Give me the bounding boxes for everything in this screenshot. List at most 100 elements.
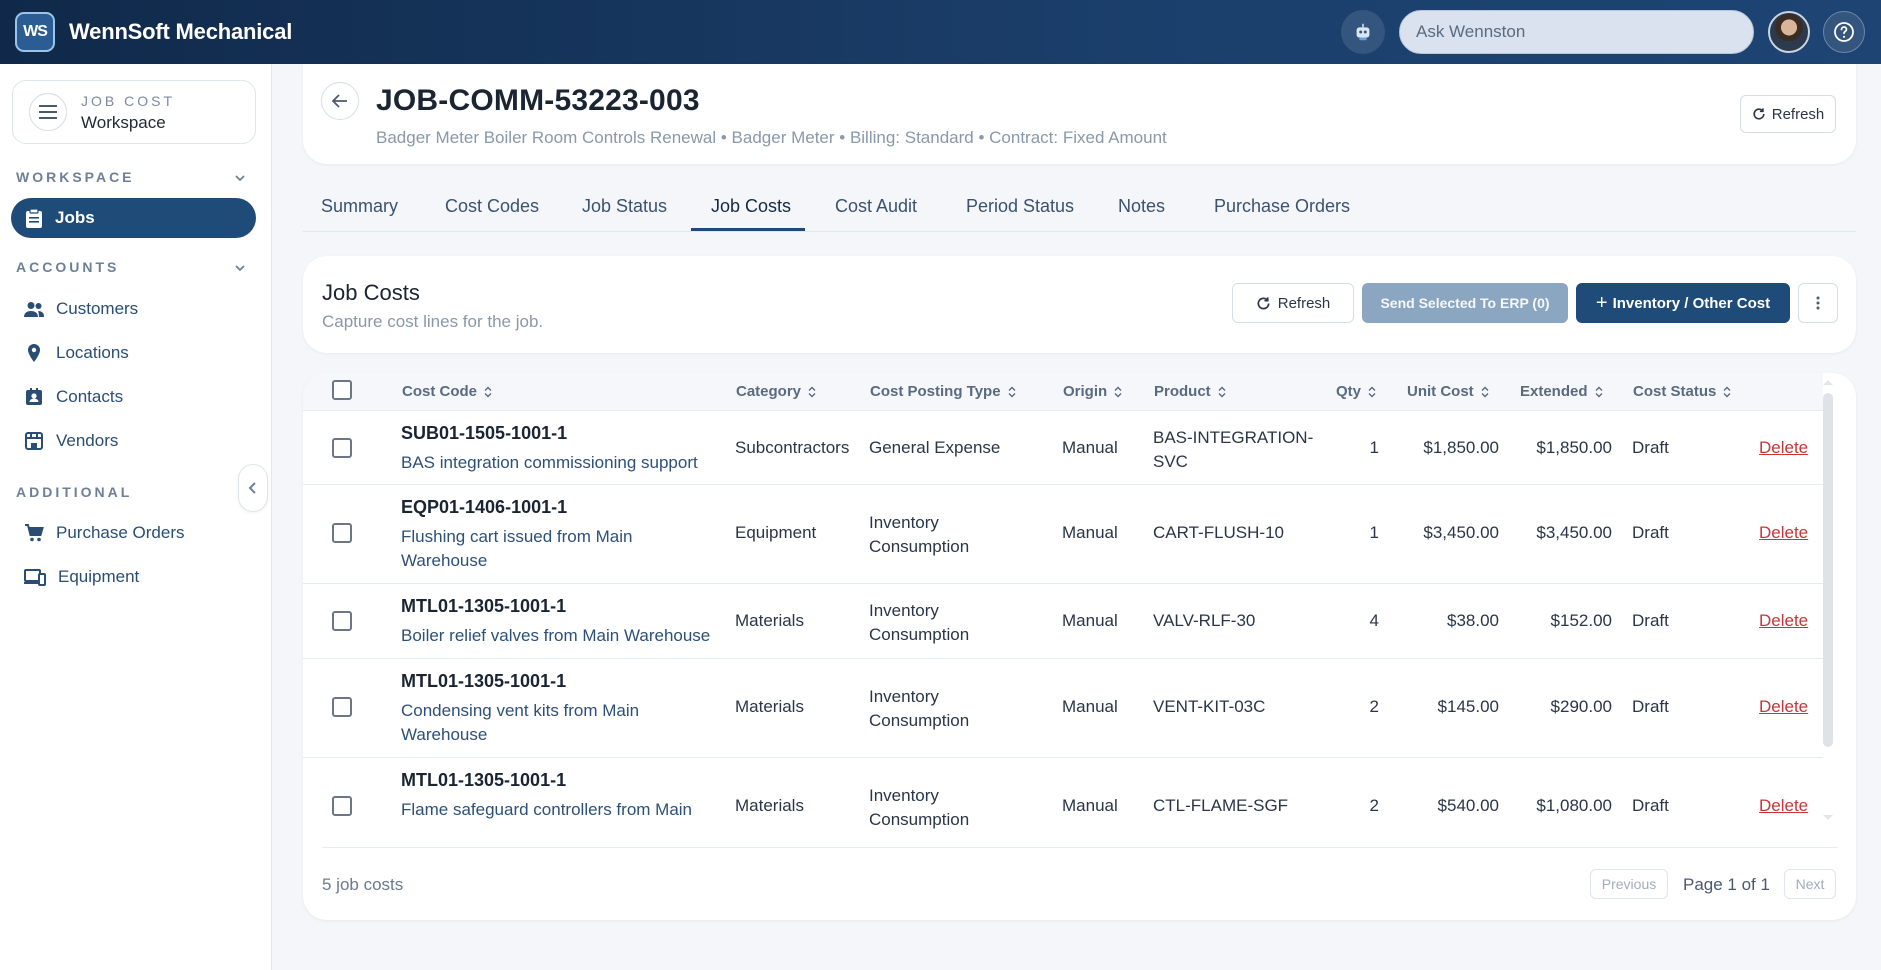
row-checkbox[interactable] <box>332 611 352 631</box>
table-row[interactable]: SUB01-1505-1001-1 BAS integration commis… <box>303 411 1823 485</box>
tab-job-status[interactable]: Job Status <box>582 196 667 230</box>
tab-purchase-orders[interactable]: Purchase Orders <box>1214 196 1350 230</box>
cost-code: EQP01-1406-1001-1 <box>401 497 568 517</box>
origin-cell: Manual <box>1062 438 1118 457</box>
sidebar-item-jobs[interactable]: Jobs <box>11 198 256 238</box>
tab-summary[interactable]: Summary <box>321 196 398 230</box>
col-category[interactable]: Category <box>736 383 816 400</box>
posting-type-cell: General Expense <box>869 438 1001 457</box>
delete-link[interactable]: Delete <box>1759 697 1808 717</box>
delete-link[interactable]: Delete <box>1759 523 1808 543</box>
sidebar-item-vendors[interactable]: Vendors <box>24 427 118 455</box>
col-qty[interactable]: Qty <box>1336 383 1376 400</box>
qty-cell: 4 <box>1369 611 1379 630</box>
clipboard-icon <box>26 208 42 228</box>
col-cost-posting-type[interactable]: Cost Posting Type <box>870 383 1016 400</box>
scroll-up-icon[interactable] <box>1822 378 1834 386</box>
user-avatar[interactable] <box>1768 11 1810 53</box>
arrow-left-icon <box>332 94 347 108</box>
tab-period-status[interactable]: Period Status <box>966 196 1074 230</box>
qty-cell: 2 <box>1369 697 1379 716</box>
sort-icon <box>1481 386 1489 397</box>
extended-cell: $152.00 <box>1550 611 1612 630</box>
table-footer-divider <box>322 847 1838 848</box>
col-product[interactable]: Product <box>1154 383 1226 400</box>
unit-cost-cell: $1,850.00 <box>1423 438 1499 457</box>
desc-line: Flame safeguard controllers from Main <box>401 800 693 819</box>
back-button[interactable] <box>321 82 359 120</box>
ask-wennston-input[interactable]: Ask Wennston <box>1399 10 1754 54</box>
add-inventory-cost-label: Inventory / Other Cost <box>1612 294 1771 312</box>
section-workspace[interactable]: WORKSPACE <box>16 169 135 185</box>
send-to-erp-button[interactable]: Send Selected To ERP (0) <box>1362 283 1568 323</box>
top-bar: WS WennSoft Mechanical Ask Wennston <box>0 0 1881 64</box>
previous-page-button[interactable]: Previous <box>1590 869 1668 899</box>
chevron-down-icon[interactable] <box>232 260 248 276</box>
cost-code: MTL01-1305-1001-1 <box>401 671 567 691</box>
table-row[interactable]: MTL01-1305-1001-1 Condensing vent kits f… <box>303 659 1823 758</box>
table-row[interactable]: EQP01-1406-1001-1 Flushing cart issued f… <box>303 485 1823 584</box>
extended-cell: $3,450.00 <box>1536 523 1612 542</box>
sidebar: JOB COST Workspace WORKSPACE Jobs ACCOUN… <box>0 64 272 970</box>
section-accounts[interactable]: ACCOUNTS <box>16 259 119 275</box>
sidebar-item-customers[interactable]: Customers <box>24 295 138 323</box>
row-checkbox[interactable] <box>332 438 352 458</box>
delete-link[interactable]: Delete <box>1759 796 1808 816</box>
row-checkbox[interactable] <box>332 796 352 816</box>
sidebar-item-contacts[interactable]: Contacts <box>24 383 123 411</box>
section-subtitle: Capture cost lines for the job. <box>322 312 544 331</box>
sort-icon <box>1723 386 1731 397</box>
product-line: BAS-INTEGRATION- <box>1153 428 1314 447</box>
sort-icon <box>1114 386 1122 397</box>
select-all-checkbox[interactable] <box>332 380 352 400</box>
section-title: Job Costs <box>322 280 420 305</box>
refresh-button[interactable]: Refresh <box>1232 283 1354 323</box>
more-actions-button[interactable] <box>1798 283 1838 323</box>
col-cost-status[interactable]: Cost Status <box>1633 383 1731 400</box>
origin-cell: Manual <box>1062 611 1118 630</box>
sidebar-item-equipment[interactable]: Equipment <box>24 563 139 591</box>
job-subtitle: Badger Meter Boiler Room Controls Renewa… <box>376 128 1167 147</box>
header-refresh-button[interactable]: Refresh <box>1740 95 1836 133</box>
sidebar-item-locations[interactable]: Locations <box>24 339 129 367</box>
assistant-button[interactable] <box>1341 10 1385 54</box>
unit-cost-cell: $3,450.00 <box>1423 523 1499 542</box>
col-cost-code[interactable]: Cost Code <box>402 383 492 400</box>
next-page-button[interactable]: Next <box>1784 869 1836 899</box>
scroll-down-icon[interactable] <box>1822 814 1834 822</box>
tab-job-costs[interactable]: Job Costs <box>711 196 791 230</box>
row-checkbox[interactable] <box>332 697 352 717</box>
app-logo[interactable]: WS <box>15 12 55 52</box>
col-unit-cost[interactable]: Unit Cost <box>1407 383 1489 400</box>
col-label: Product <box>1154 383 1211 400</box>
table-row[interactable]: MTL01-1305-1001-1 Flame safeguard contro… <box>303 758 1823 840</box>
menu-button[interactable] <box>29 93 67 131</box>
col-label: Unit Cost <box>1407 383 1474 400</box>
collapse-sidebar-button[interactable] <box>238 464 268 512</box>
extended-cell: $290.00 <box>1550 697 1612 716</box>
scrollbar-thumb[interactable] <box>1823 393 1833 747</box>
tab-notes[interactable]: Notes <box>1118 196 1165 230</box>
status-cell: Draft <box>1632 796 1669 815</box>
row-checkbox[interactable] <box>332 523 352 543</box>
sidebar-item-label: Purchase Orders <box>56 523 185 542</box>
sidebar-item-label: Equipment <box>58 567 140 586</box>
tab-cost-audit[interactable]: Cost Audit <box>835 196 917 230</box>
delete-link[interactable]: Delete <box>1759 611 1808 631</box>
sidebar-item-purchase-orders[interactable]: Purchase Orders <box>24 519 185 547</box>
desc-line: Warehouse <box>401 551 488 570</box>
tab-cost-codes[interactable]: Cost Codes <box>445 196 539 230</box>
help-button[interactable] <box>1823 11 1865 53</box>
category-cell: Subcontractors <box>735 438 850 457</box>
chevron-down-icon[interactable] <box>232 170 248 186</box>
col-origin[interactable]: Origin <box>1063 383 1122 400</box>
active-tab-indicator <box>691 228 805 231</box>
col-label: Cost Posting Type <box>870 383 1001 400</box>
col-extended[interactable]: Extended <box>1520 383 1603 400</box>
add-inventory-cost-button[interactable]: + Inventory / Other Cost <box>1576 283 1790 323</box>
hamburger-icon <box>39 105 57 119</box>
page-indicator: Page 1 of 1 <box>1683 875 1770 894</box>
delete-link[interactable]: Delete <box>1759 438 1808 458</box>
category-cell: Materials <box>735 697 804 716</box>
table-row[interactable]: MTL01-1305-1001-1 Boiler relief valves f… <box>303 584 1823 659</box>
